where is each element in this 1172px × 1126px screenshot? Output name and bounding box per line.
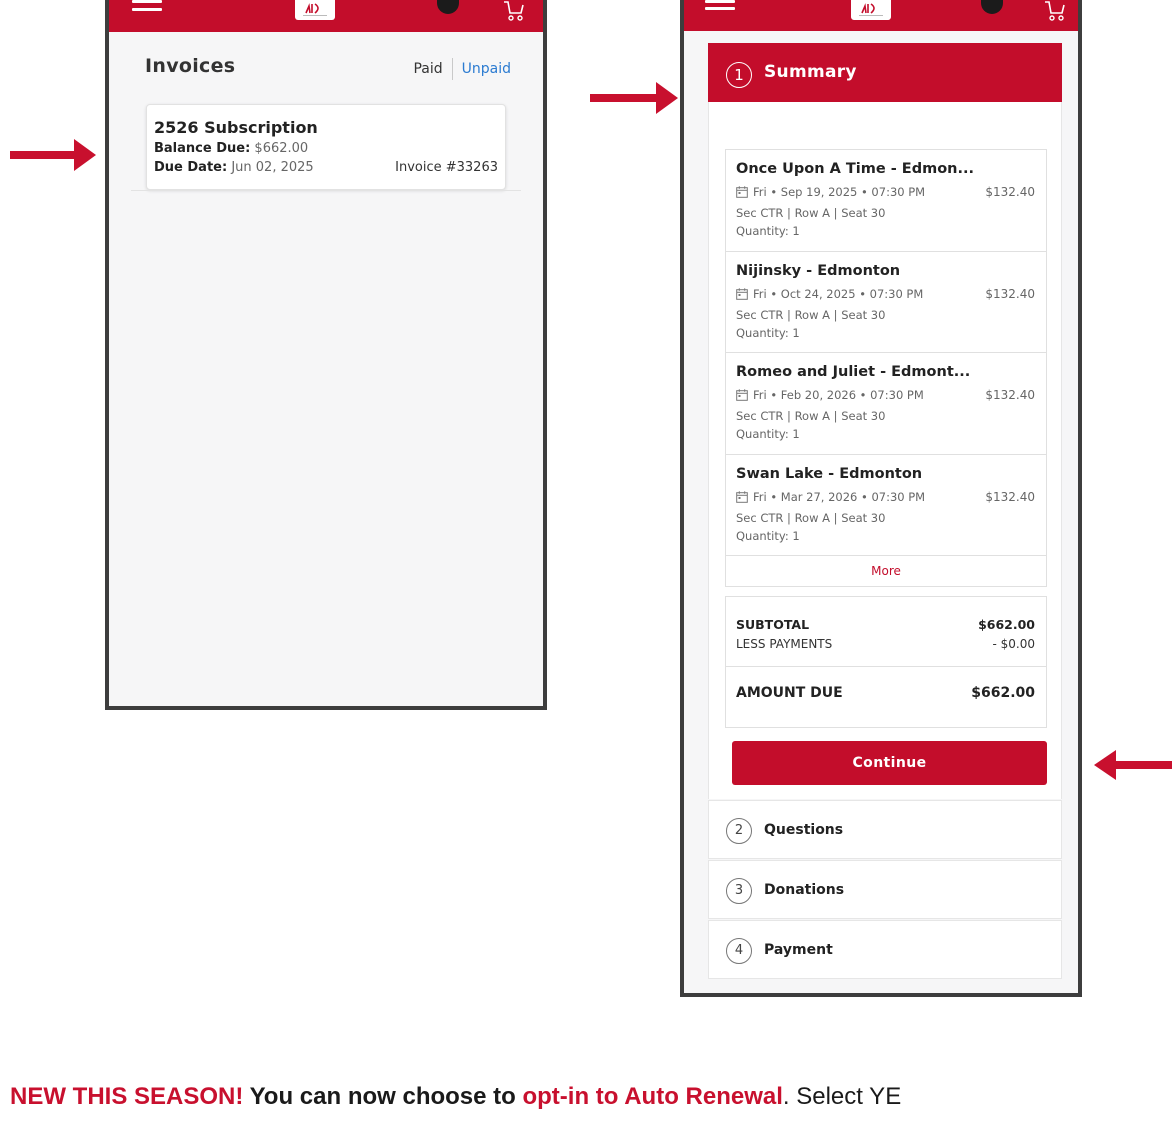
step-label: Donations: [764, 882, 845, 898]
less-payments-value: - $0.00: [992, 637, 1036, 651]
caption-text: You can now choose to: [243, 1083, 523, 1110]
amount-due-value: $662.00: [971, 685, 1035, 701]
account-avatar-icon[interactable]: [981, 0, 1003, 14]
order-item: Romeo and Juliet - Edmont... Fri • Feb 20…: [726, 353, 1046, 455]
step-number: 1: [726, 62, 752, 88]
event-date-text: Fri • Mar 27, 2026 • 07:30 PM: [753, 489, 926, 504]
seat-info: Sec CTR | Row A | Seat 30: [736, 206, 886, 220]
event-date: Fri • Mar 27, 2026 • 07:30 PM: [736, 490, 925, 504]
item-price: $132.40: [985, 185, 1035, 199]
event-title: Romeo and Juliet - Edmont...: [736, 364, 971, 380]
invoice-card[interactable]: 2526 Subscription Balance Due: $662.00 D…: [146, 104, 506, 190]
app-header: [684, 0, 1078, 31]
tab-paid[interactable]: Paid: [413, 61, 442, 77]
step-label: Questions: [764, 822, 844, 838]
invoice-number: Invoice #33263: [395, 160, 498, 175]
step-number: 3: [726, 878, 752, 904]
balance-due-label: Balance Due:: [154, 141, 251, 156]
checkout-phone-screen: 1 Summary Once Upon A Time - Edmon... Fri…: [680, 0, 1082, 997]
due-date-label: Due Date:: [154, 160, 228, 175]
summary-panel: Once Upon A Time - Edmon... Fri • Sep 19,…: [708, 102, 1062, 799]
event-date: Fri • Feb 20, 2026 • 07:30 PM: [736, 388, 924, 402]
tab-unpaid[interactable]: Unpaid: [462, 61, 511, 77]
due-date-value: Jun 02, 2025: [231, 160, 314, 175]
caption-text: . Select YE: [782, 1083, 902, 1110]
more-link[interactable]: More: [726, 556, 1046, 586]
order-totals: SUBTOTAL $662.00 LESS PAYMENTS - $0.00 A…: [725, 596, 1047, 728]
step-donations[interactable]: 3 Donations: [708, 860, 1062, 919]
event-date: Fri • Oct 24, 2025 • 07:30 PM: [736, 287, 923, 301]
event-title: Nijinsky - Edmonton: [736, 262, 901, 279]
divider: [726, 666, 1046, 667]
invoices-phone-screen: Invoices Paid Unpaid 2526 Subscription B…: [105, 0, 547, 710]
item-quantity: Quantity: 1: [736, 427, 800, 441]
event-date: Fri • Sep 19, 2025 • 07:30 PM: [736, 185, 925, 199]
seat-info: Sec CTR | Row A | Seat 30: [736, 510, 886, 525]
arrow-right-icon: [10, 139, 96, 171]
menu-icon[interactable]: [705, 0, 735, 16]
divider: [131, 190, 521, 191]
subtotal-row: SUBTOTAL $662.00: [736, 617, 1035, 632]
account-avatar-icon[interactable]: [437, 0, 459, 14]
calendar-icon: [736, 186, 753, 198]
invoice-filter-tabs: Paid Unpaid: [413, 58, 511, 80]
step-label: Payment: [764, 942, 833, 958]
step-payment[interactable]: 4 Payment: [708, 920, 1062, 979]
order-item: Nijinsky - Edmonton Fri • Oct 24, 2025 • …: [726, 252, 1046, 353]
item-quantity: Quantity: 1: [736, 224, 800, 238]
arrow-right-icon: [590, 82, 678, 114]
alberta-ballet-logo[interactable]: [851, 0, 891, 20]
summary-step-header[interactable]: 1 Summary: [708, 43, 1062, 102]
less-payments-row: LESS PAYMENTS - $0.00: [736, 637, 1035, 651]
cart-icon[interactable]: [501, 0, 525, 22]
due-date: Due Date: Jun 02, 2025: [154, 160, 314, 175]
invoice-name: 2526 Subscription: [154, 118, 318, 137]
tab-divider: [451, 58, 453, 80]
seat-info: Sec CTR | Row A | Seat 30: [736, 409, 886, 423]
step-questions[interactable]: 2 Questions: [708, 800, 1062, 859]
event-date-text: Fri • Feb 20, 2026 • 07:30 PM: [753, 388, 924, 402]
item-price: $132.40: [985, 286, 1035, 301]
order-item: Once Upon A Time - Edmon... Fri • Sep 19,…: [726, 150, 1046, 252]
order-item: Swan Lake - Edmonton Fri • Mar 27, 2026 •…: [726, 455, 1046, 556]
event-title: Swan Lake - Edmonton: [736, 465, 923, 482]
event-title: Once Upon A Time - Edmon...: [736, 161, 975, 177]
subtotal-value: $662.00: [978, 617, 1035, 632]
item-price: $132.40: [985, 489, 1035, 504]
amount-due-row: AMOUNT DUE $662.00: [736, 685, 1035, 701]
cart-icon[interactable]: [1042, 0, 1066, 22]
item-quantity: Quantity: 1: [736, 528, 800, 543]
promo-caption: NEW THIS SEASON! You can now choose to o…: [10, 1083, 901, 1111]
event-date-text: Fri • Oct 24, 2025 • 07:30 PM: [753, 286, 924, 301]
page-title: Invoices: [145, 55, 236, 77]
calendar-icon: [736, 490, 753, 503]
caption-highlight: opt-in to Auto Renewal: [522, 1083, 783, 1110]
amount-due-label: AMOUNT DUE: [736, 685, 843, 701]
balance-due: Balance Due: $662.00: [154, 141, 308, 156]
balance-due-value: $662.00: [254, 141, 309, 156]
app-header: [109, 0, 543, 32]
step-label: Summary: [764, 62, 857, 82]
step-number: 2: [726, 818, 752, 844]
calendar-icon: [736, 389, 753, 401]
continue-button[interactable]: Continue: [732, 741, 1047, 785]
step-number: 4: [726, 938, 752, 964]
event-date-text: Fri • Sep 19, 2025 • 07:30 PM: [753, 185, 926, 199]
alberta-ballet-logo[interactable]: [295, 0, 335, 20]
calendar-icon: [736, 287, 753, 300]
item-price: $132.40: [985, 388, 1035, 402]
arrow-left-icon: [1094, 750, 1172, 780]
seat-info: Sec CTR | Row A | Seat 30: [736, 307, 886, 322]
subtotal-label: SUBTOTAL: [736, 617, 810, 632]
menu-icon[interactable]: [132, 0, 162, 16]
item-quantity: Quantity: 1: [736, 325, 800, 340]
caption-highlight: NEW THIS SEASON!: [10, 1083, 244, 1110]
less-payments-label: LESS PAYMENTS: [736, 637, 833, 651]
order-items-list: Once Upon A Time - Edmon... Fri • Sep 19,…: [725, 149, 1047, 587]
